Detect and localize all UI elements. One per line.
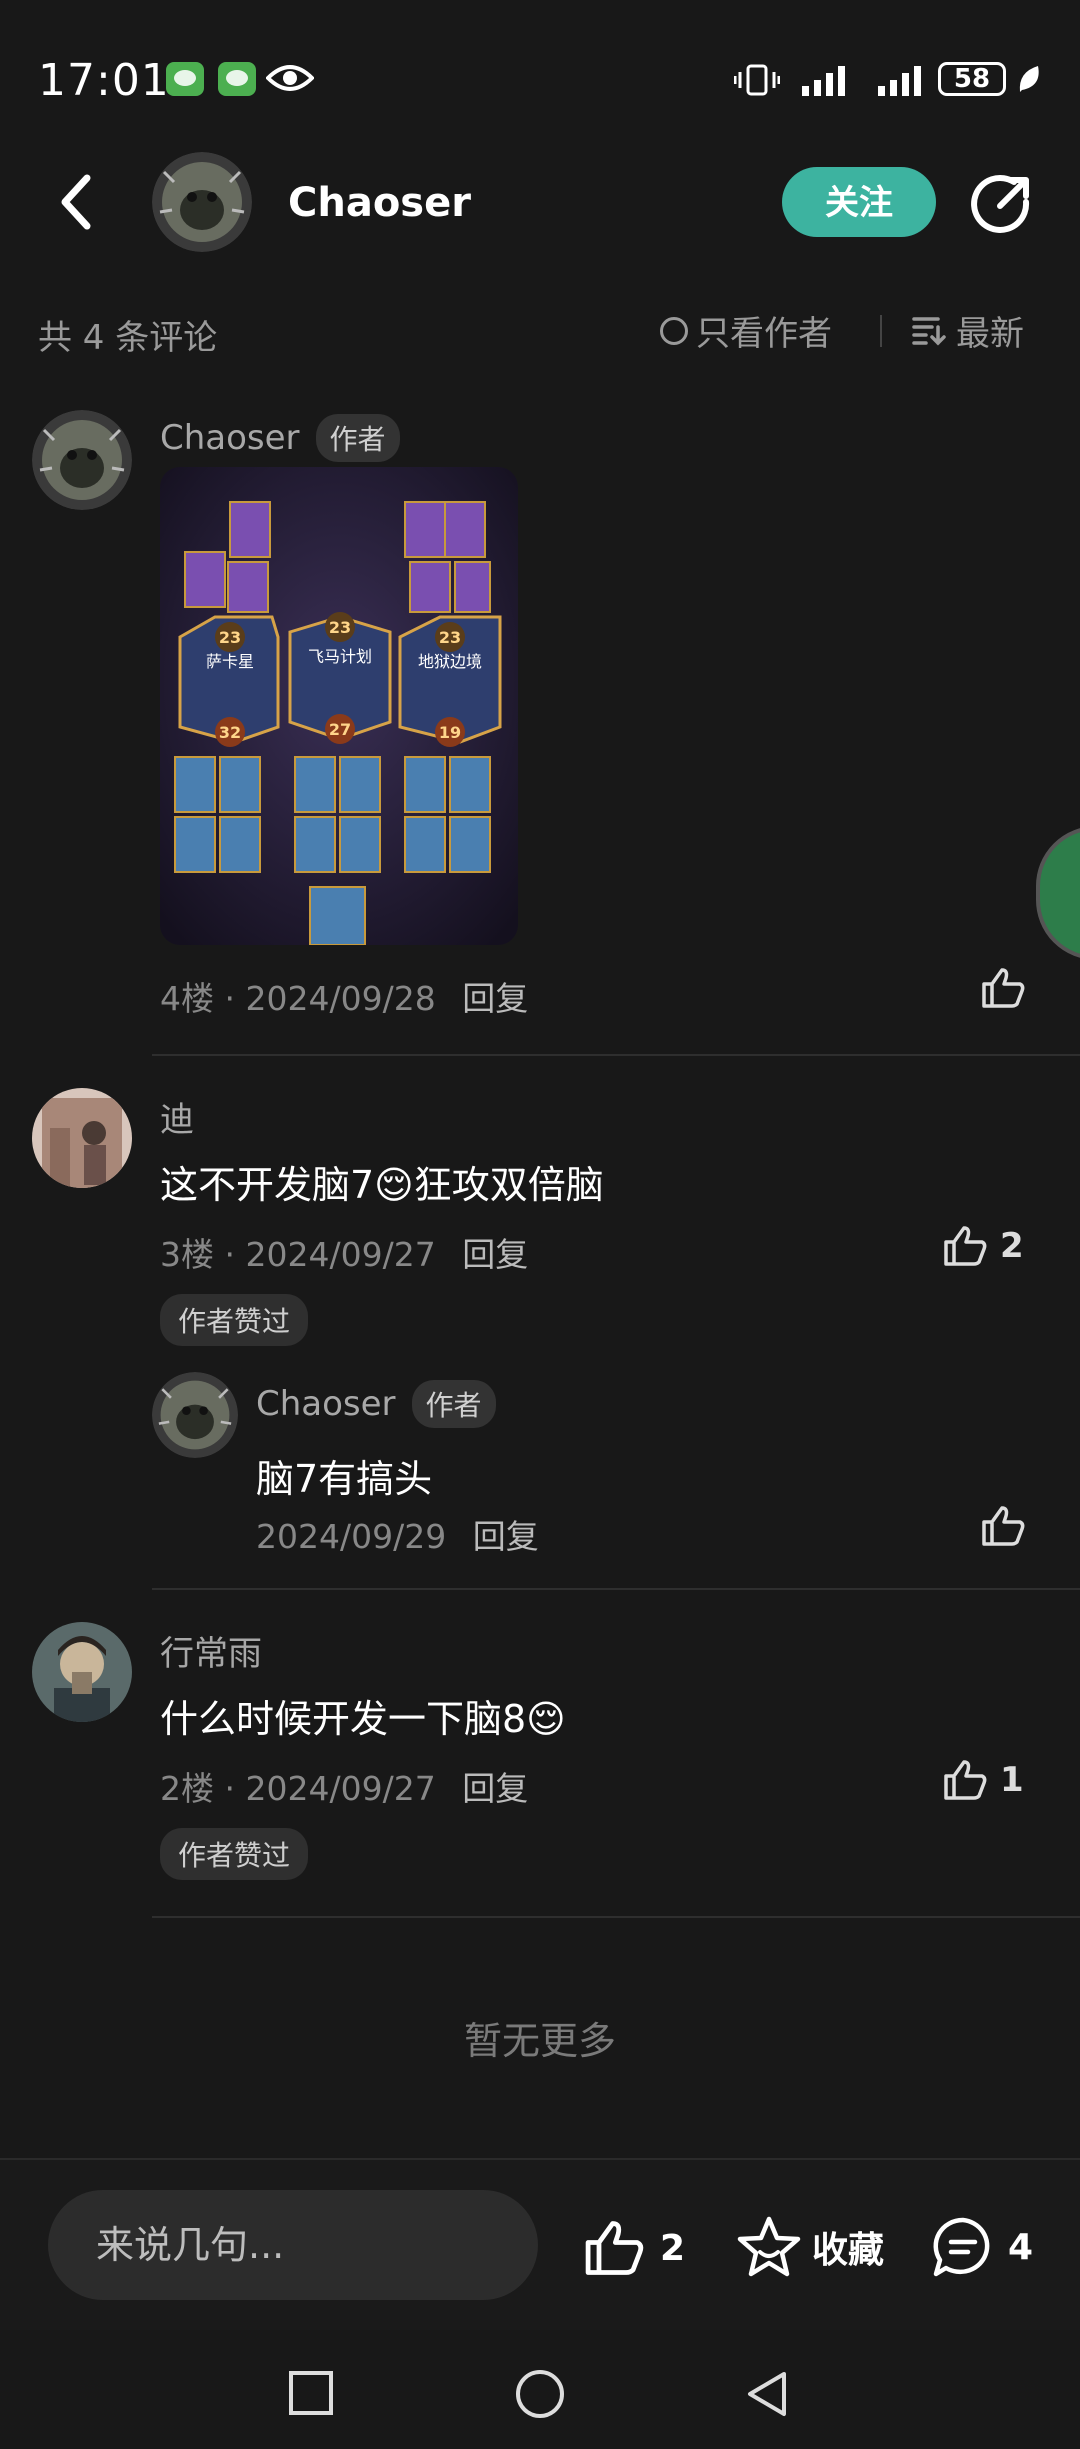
comment-text: 这不开发脑7😌狂攻双倍脑 (160, 1163, 604, 1207)
comment-count: 共 4 条评论 (38, 318, 218, 358)
comment-header: Chaoser 作者 (160, 414, 400, 462)
deck-cost: 32 (219, 723, 241, 742)
deck-cost: 27 (329, 720, 351, 739)
signal-icon (878, 66, 921, 96)
favorite-label: 收藏 (812, 2230, 885, 2271)
like-button[interactable]: 1 (942, 1758, 1024, 1802)
comment-meta: 4楼 · 2024/09/28 回复 (160, 979, 529, 1018)
comment-date: 2024/09/27 (245, 1769, 436, 1808)
reply-button[interactable]: 回复 (462, 979, 528, 1018)
reply-date: 2024/09/29 (256, 1517, 447, 1556)
thumb-up-icon (982, 1506, 1025, 1546)
username[interactable]: Chaoser (160, 418, 300, 458)
wechat-icon (166, 62, 204, 96)
star-icon (737, 2216, 801, 2277)
comment-total: 4 (1008, 2226, 1034, 2268)
only-author-label: 只看作者 (696, 314, 832, 354)
author-liked-badge: 作者赞过 (160, 1294, 309, 1346)
avatar[interactable] (152, 1372, 238, 1458)
username[interactable]: Chaoser (256, 1384, 396, 1424)
square-nav-icon[interactable] (288, 2370, 334, 2416)
post-like-count: 2 (660, 2227, 686, 2269)
sort-toggle[interactable]: 最新 (912, 306, 1024, 355)
only-author-toggle[interactable]: 只看作者 (660, 306, 832, 355)
wechat-share-float-button[interactable] (1036, 826, 1080, 960)
reply-button[interactable]: 回复 (462, 1235, 528, 1274)
like-button[interactable]: 2 (942, 1224, 1024, 1268)
thumb-up-icon (982, 968, 1025, 1008)
reply-button[interactable]: 回复 (462, 1769, 528, 1808)
signal-icon (802, 66, 845, 96)
deck-cost: 23 (329, 618, 351, 637)
comment-date: 2024/09/28 (245, 979, 436, 1018)
username[interactable]: 行常雨 (160, 1626, 262, 1675)
wechat-icon (218, 62, 256, 96)
share-icon[interactable] (970, 172, 1034, 236)
deck-location-label: 飞马计划 (308, 647, 372, 666)
avatar[interactable] (152, 152, 252, 252)
floor-number: 4楼 (160, 979, 214, 1018)
reply-button[interactable]: 回复 (473, 1517, 539, 1556)
back-icon[interactable] (55, 172, 105, 232)
leaf-icon (1019, 66, 1039, 92)
thumb-up-icon (944, 1760, 987, 1800)
author-liked-badge: 作者赞过 (160, 1828, 309, 1880)
sort-icon (912, 316, 946, 345)
author-badge: 作者 (411, 1380, 496, 1428)
reply-meta: 2024/09/29 回复 (256, 1510, 539, 1558)
avatar[interactable] (32, 1622, 132, 1722)
divider (152, 1916, 1080, 1918)
vibrate-icon (734, 64, 780, 96)
favorite-button[interactable]: 收藏 (736, 2214, 884, 2280)
system-nav-bar (0, 2330, 1080, 2449)
thumb-up-icon (944, 1226, 987, 1266)
author-name[interactable]: Chaoser (288, 180, 471, 226)
like-button[interactable] (980, 1504, 1026, 1548)
author-badge: 作者 (315, 414, 400, 462)
divider (152, 1054, 1080, 1056)
battery-icon: 58 (938, 62, 1006, 96)
comment-meta: 3楼 · 2024/09/27 回复 (160, 1235, 529, 1274)
circle-nav-icon[interactable] (514, 2368, 566, 2420)
comment-text: 什么时候开发一下脑8😌 (160, 1697, 566, 1741)
status-time: 17:01 (38, 55, 170, 106)
avatar[interactable] (32, 1088, 132, 1188)
deck-location-label: 地狱边境 (418, 652, 482, 671)
divider (152, 1588, 1080, 1590)
deck-cost: 23 (439, 628, 461, 647)
triangle-back-icon[interactable] (744, 2370, 790, 2418)
comment-meta: 2楼 · 2024/09/27 回复 (160, 1769, 529, 1808)
follow-button[interactable]: 关注 (782, 167, 936, 237)
deck-location-label: 萨卡星 (206, 652, 254, 671)
like-post-button[interactable]: 2 (582, 2218, 685, 2278)
divider (880, 315, 882, 347)
like-count: 2 (1000, 1226, 1024, 1266)
reply-header: Chaoser 作者 (256, 1380, 496, 1428)
floor-number: 3楼 (160, 1235, 214, 1274)
avatar[interactable] (32, 410, 132, 510)
deck-cost: 19 (439, 723, 461, 742)
radio-icon (660, 316, 688, 345)
reply-text: 脑7有搞头 (256, 1457, 433, 1501)
comment-button[interactable]: 4 (930, 2214, 1033, 2280)
comment-date: 2024/09/27 (245, 1235, 436, 1274)
like-button[interactable] (980, 966, 1026, 1010)
username[interactable]: 迪 (160, 1092, 194, 1141)
no-more-label: 暂无更多 (463, 2019, 616, 2063)
like-count: 1 (1000, 1760, 1024, 1800)
status-bar: 17:01 58 (0, 0, 1080, 150)
comment-icon (933, 2217, 990, 2277)
deck-cost: 23 (219, 628, 241, 647)
thumb-up-icon (585, 2221, 644, 2275)
comment-image[interactable]: 萨卡星 飞马计划 地狱边境 23 23 23 32 27 19 (160, 467, 518, 945)
floor-number: 2楼 (160, 1769, 214, 1808)
sort-label: 最新 (956, 314, 1024, 354)
eye-icon (266, 65, 314, 91)
comment-input[interactable]: 来说几句... (48, 2190, 538, 2300)
